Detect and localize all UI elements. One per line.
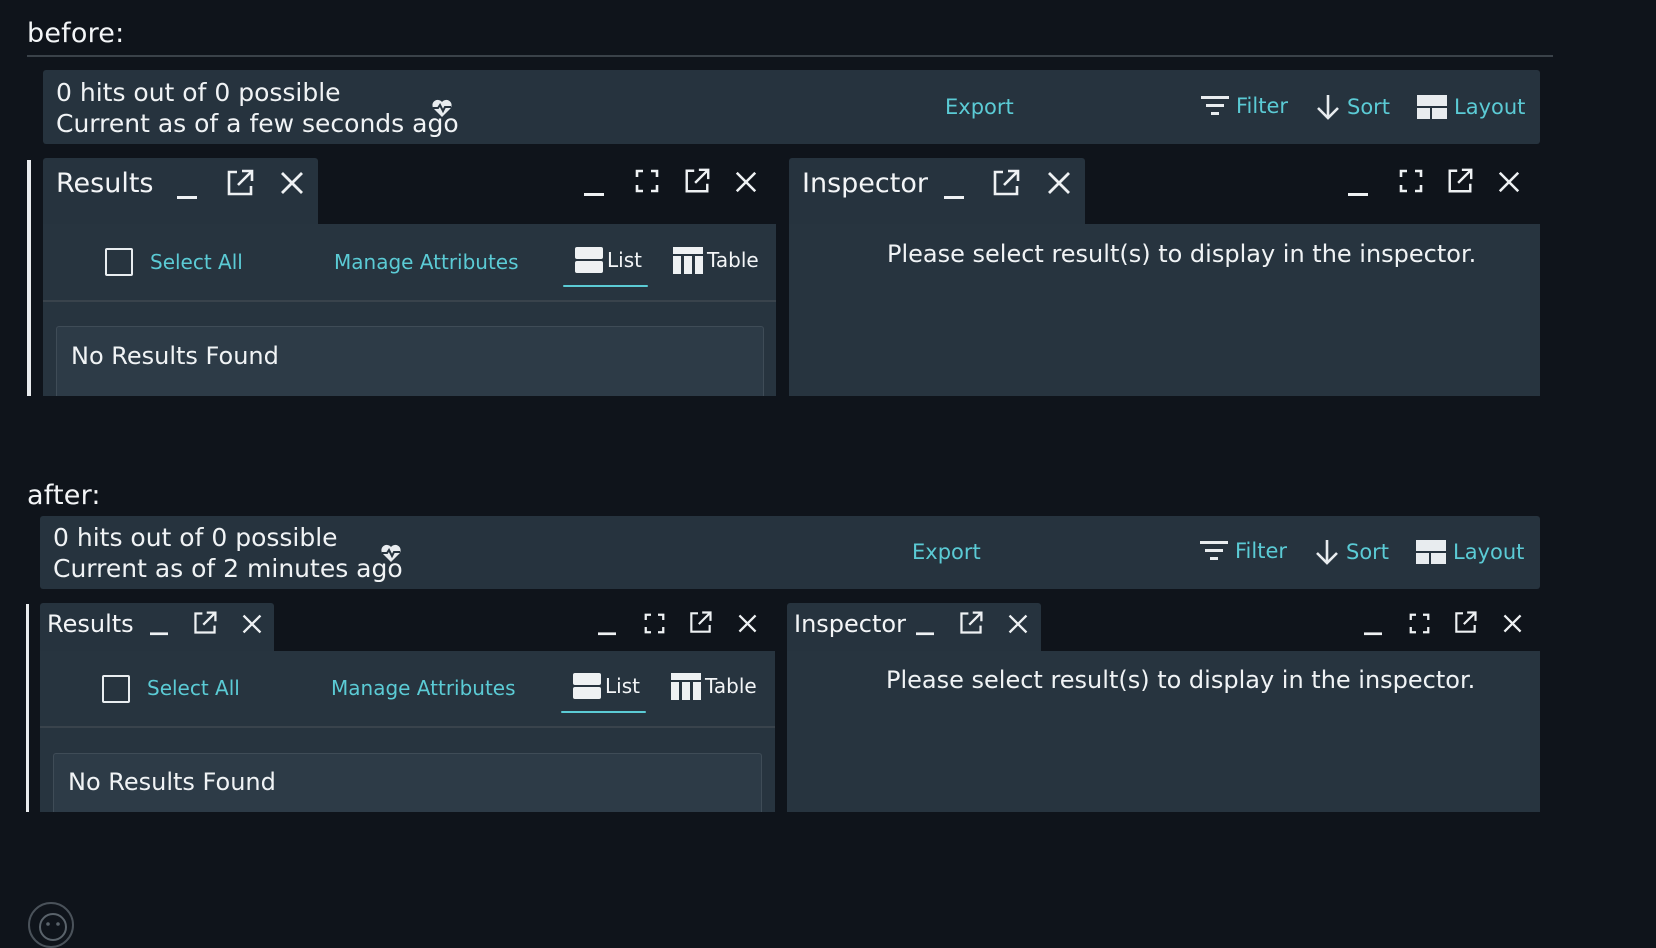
minimize-icon[interactable] (1347, 177, 1369, 197)
sort-arrow-down-icon (1316, 540, 1338, 565)
close-icon[interactable] (737, 613, 758, 634)
minimize-icon[interactable] (1363, 618, 1383, 636)
results-tab-title: Results (47, 610, 134, 638)
no-results-text: No Results Found (71, 342, 279, 370)
layout-icon (1417, 95, 1447, 119)
inspector-tab-title: Inspector (802, 168, 928, 199)
no-results-message: No Results Found (56, 326, 764, 396)
select-all-label[interactable]: Select All (147, 676, 240, 700)
list-view-button[interactable]: List (573, 671, 640, 701)
sort-label: Sort (1347, 95, 1391, 119)
minimize-icon[interactable] (176, 180, 198, 200)
popout-icon[interactable] (683, 167, 711, 195)
manage-attributes-button[interactable]: Manage Attributes (331, 676, 516, 700)
select-all-label[interactable]: Select All (150, 250, 243, 274)
inspector-empty-message: Please select result(s) to display in th… (887, 240, 1477, 268)
section-label-after: after: (27, 480, 101, 511)
list-label: List (607, 248, 642, 272)
layout-button[interactable]: Layout (1416, 93, 1525, 121)
close-icon[interactable] (1497, 170, 1521, 194)
export-button[interactable]: Export (912, 540, 981, 564)
close-icon[interactable] (241, 613, 263, 635)
list-icon (575, 247, 603, 273)
filter-button[interactable]: Filter (1199, 538, 1287, 564)
list-active-indicator (561, 711, 646, 713)
minimize-icon[interactable] (583, 177, 605, 197)
filter-label: Filter (1235, 539, 1288, 563)
list-view-button[interactable]: List (575, 245, 642, 275)
popout-icon[interactable] (688, 610, 713, 635)
select-all-checkbox[interactable] (102, 675, 130, 703)
maximize-icon[interactable] (635, 169, 659, 193)
left-edge-bar (27, 160, 31, 396)
current-as-of-text: Current as of 2 minutes ago (53, 554, 403, 583)
select-all-checkbox[interactable] (105, 248, 133, 276)
popout-icon[interactable] (991, 168, 1021, 198)
close-icon[interactable] (1502, 613, 1523, 634)
list-icon (573, 673, 601, 699)
filter-label: Filter (1236, 94, 1289, 118)
hits-count-text: 0 hits out of 0 possible (53, 523, 338, 552)
popout-icon[interactable] (1446, 167, 1474, 195)
minimize-icon[interactable] (943, 180, 965, 200)
table-icon (671, 673, 701, 700)
section-label-before: before: (27, 18, 125, 49)
popout-icon[interactable] (958, 610, 984, 636)
avatar-icon[interactable] (28, 902, 74, 948)
close-icon[interactable] (734, 170, 758, 194)
left-edge-bar (26, 604, 29, 812)
heartbeat-icon[interactable] (430, 96, 454, 120)
sort-button[interactable]: Sort (1315, 93, 1390, 121)
manage-attributes-button[interactable]: Manage Attributes (334, 250, 519, 274)
current-as-of-text: Current as of a few seconds ago (56, 109, 459, 138)
no-results-text: No Results Found (68, 768, 276, 796)
popout-icon[interactable] (225, 168, 255, 198)
close-icon[interactable] (1046, 170, 1072, 196)
table-label: Table (705, 674, 757, 698)
heartbeat-icon[interactable] (379, 541, 403, 565)
sort-arrow-down-icon (1317, 95, 1339, 120)
minimize-icon[interactable] (597, 618, 617, 636)
table-label: Table (707, 248, 759, 272)
filter-button[interactable]: Filter (1200, 93, 1288, 119)
close-icon[interactable] (1007, 613, 1029, 635)
layout-label: Layout (1454, 95, 1526, 119)
table-view-button[interactable]: Table (673, 245, 759, 275)
inspector-empty-message: Please select result(s) to display in th… (886, 666, 1476, 694)
filter-icon (1201, 96, 1229, 115)
filter-icon (1200, 541, 1228, 560)
maximize-icon[interactable] (1409, 613, 1430, 634)
popout-icon[interactable] (192, 610, 218, 636)
table-icon (673, 247, 703, 274)
layout-icon (1416, 540, 1446, 564)
list-active-indicator (563, 285, 648, 287)
divider (27, 55, 1553, 57)
minimize-icon[interactable] (149, 618, 169, 636)
sort-label: Sort (1346, 540, 1390, 564)
layout-button[interactable]: Layout (1415, 538, 1524, 566)
results-tab-title: Results (56, 168, 154, 199)
hits-count-text: 0 hits out of 0 possible (56, 78, 341, 107)
maximize-icon[interactable] (1399, 169, 1423, 193)
no-results-message: No Results Found (53, 753, 762, 812)
list-label: List (605, 674, 640, 698)
popout-icon[interactable] (1453, 610, 1478, 635)
sort-button[interactable]: Sort (1314, 538, 1389, 566)
export-button[interactable]: Export (945, 95, 1014, 119)
layout-label: Layout (1453, 540, 1525, 564)
close-icon[interactable] (279, 170, 305, 196)
minimize-icon[interactable] (915, 618, 935, 636)
table-view-button[interactable]: Table (671, 671, 757, 701)
inspector-tab-title: Inspector (794, 610, 906, 638)
maximize-icon[interactable] (644, 613, 665, 634)
